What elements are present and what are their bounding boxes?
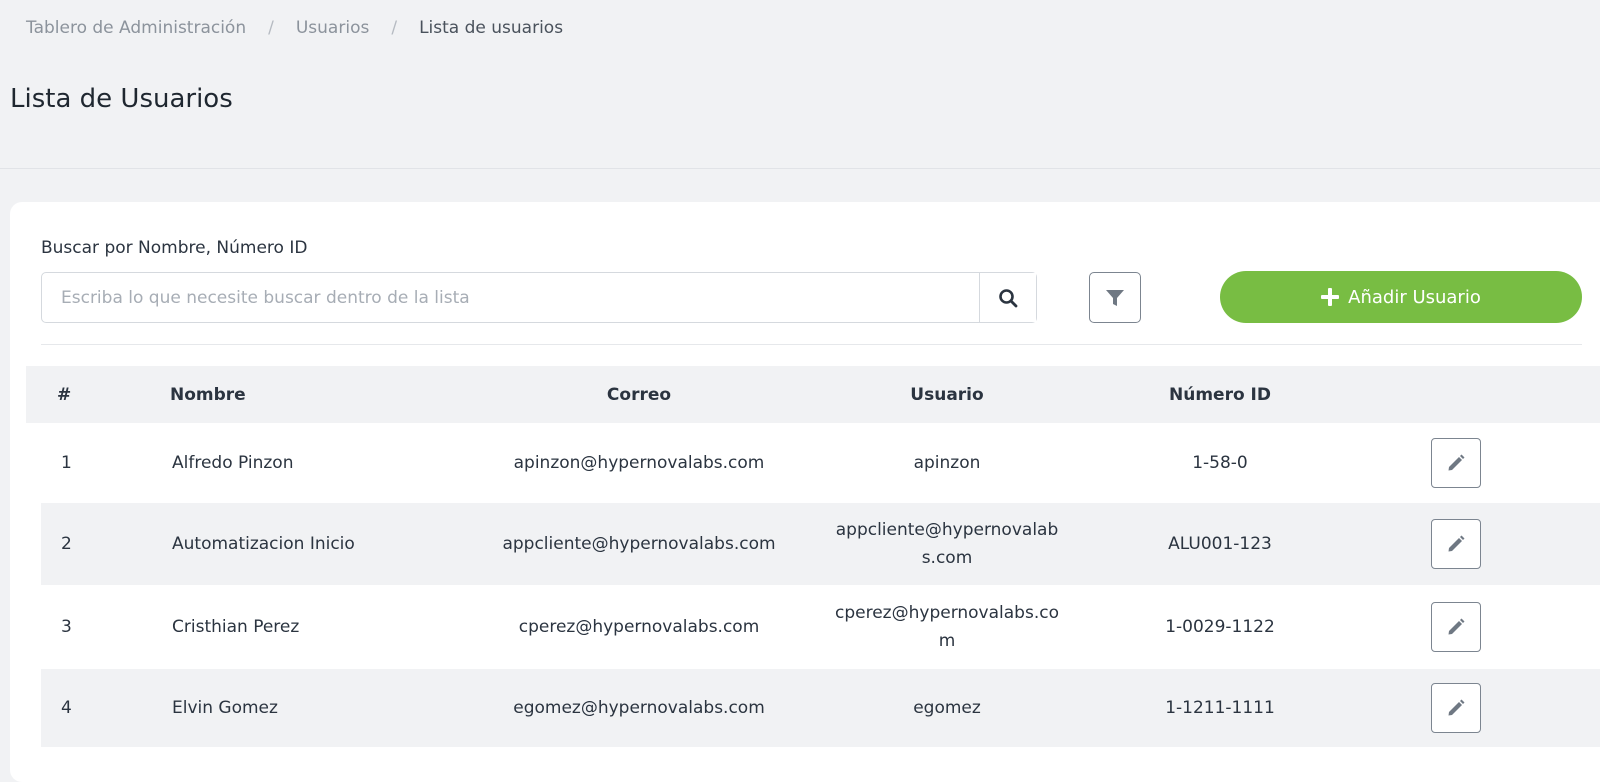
row-id-number: 1-1211-1111 <box>1165 698 1275 718</box>
row-username-line: cperez@hypernovalabs.co <box>835 603 1059 623</box>
header-divider <box>0 168 1600 169</box>
row-index: 3 <box>61 617 72 637</box>
breadcrumb-item-current: Lista de usuarios <box>419 18 564 38</box>
pencil-icon <box>1448 618 1465 635</box>
table-row: 3 Cristhian Perez cperez@hypernovalabs.c… <box>41 585 1600 669</box>
table-row: 1 Alfredo Pinzon apinzon@hypernovalabs.c… <box>41 423 1600 503</box>
row-username-line: apinzon <box>913 453 981 473</box>
search-button[interactable] <box>979 273 1036 322</box>
table-row: 4 Elvin Gomez egomez@hypernovalabs.com e… <box>41 669 1600 747</box>
row-name: Alfredo Pinzon <box>172 453 294 473</box>
toolbar-divider <box>41 344 1582 345</box>
column-header-username[interactable]: Usuario <box>831 366 1063 423</box>
add-user-label: Añadir Usuario <box>1348 286 1481 308</box>
row-id-number: 1-0029-1122 <box>1165 617 1275 637</box>
breadcrumb: Tablero de Administración / Usuarios / L… <box>26 18 563 38</box>
row-id-number: 1-58-0 <box>1192 453 1248 473</box>
plus-icon <box>1321 288 1340 306</box>
breadcrumb-separator: / <box>391 18 398 38</box>
row-name: Cristhian Perez <box>172 617 300 637</box>
search-label: Buscar por Nombre, Número ID <box>41 238 308 258</box>
edit-button[interactable] <box>1431 602 1481 652</box>
row-username-line: appcliente@hypernovalab <box>835 520 1059 540</box>
row-email: appcliente@hypernovalabs.com <box>502 534 776 554</box>
row-email: cperez@hypernovalabs.com <box>518 617 760 637</box>
row-username: apinzon <box>831 423 1063 503</box>
edit-button[interactable] <box>1431 683 1481 733</box>
filter-icon <box>1106 289 1124 306</box>
row-username: appcliente@hypernovalab s.com <box>831 503 1063 585</box>
row-index: 4 <box>61 698 72 718</box>
row-username-line: egomez <box>913 698 981 718</box>
row-username-line: m <box>938 631 956 651</box>
row-index: 2 <box>61 534 72 554</box>
edit-button[interactable] <box>1431 438 1481 488</box>
add-user-button[interactable]: Añadir Usuario <box>1220 271 1582 323</box>
row-username-line: s.com <box>921 548 973 568</box>
search-input[interactable] <box>42 273 979 322</box>
pencil-icon <box>1448 535 1465 552</box>
row-email: egomez@hypernovalabs.com <box>513 698 765 718</box>
breadcrumb-item-users[interactable]: Usuarios <box>296 18 369 38</box>
filter-button[interactable] <box>1089 272 1141 323</box>
page-title: Lista de Usuarios <box>10 84 233 114</box>
breadcrumb-item-dashboard[interactable]: Tablero de Administración <box>26 18 246 38</box>
column-header-email[interactable]: Correo <box>485 366 793 423</box>
row-username: egomez <box>831 669 1063 747</box>
table-row: 2 Automatizacion Inicio appcliente@hyper… <box>41 503 1600 585</box>
search-icon <box>999 288 1018 307</box>
row-id-number: ALU001-123 <box>1168 534 1272 554</box>
row-name: Automatizacion Inicio <box>172 534 355 554</box>
edit-button[interactable] <box>1431 519 1481 569</box>
row-name: Elvin Gomez <box>172 698 278 718</box>
row-username: cperez@hypernovalabs.co m <box>831 585 1063 669</box>
table-header: # Nombre Correo Usuario Número ID <box>26 366 1600 423</box>
column-header-name[interactable]: Nombre <box>170 366 246 423</box>
search-box <box>41 272 1037 323</box>
row-index: 1 <box>61 453 72 473</box>
row-email: apinzon@hypernovalabs.com <box>513 453 765 473</box>
column-header-index[interactable]: # <box>57 366 71 423</box>
breadcrumb-separator: / <box>268 18 274 38</box>
pencil-icon <box>1448 699 1465 716</box>
column-header-id-number[interactable]: Número ID <box>1120 366 1320 423</box>
pencil-icon <box>1448 454 1465 471</box>
